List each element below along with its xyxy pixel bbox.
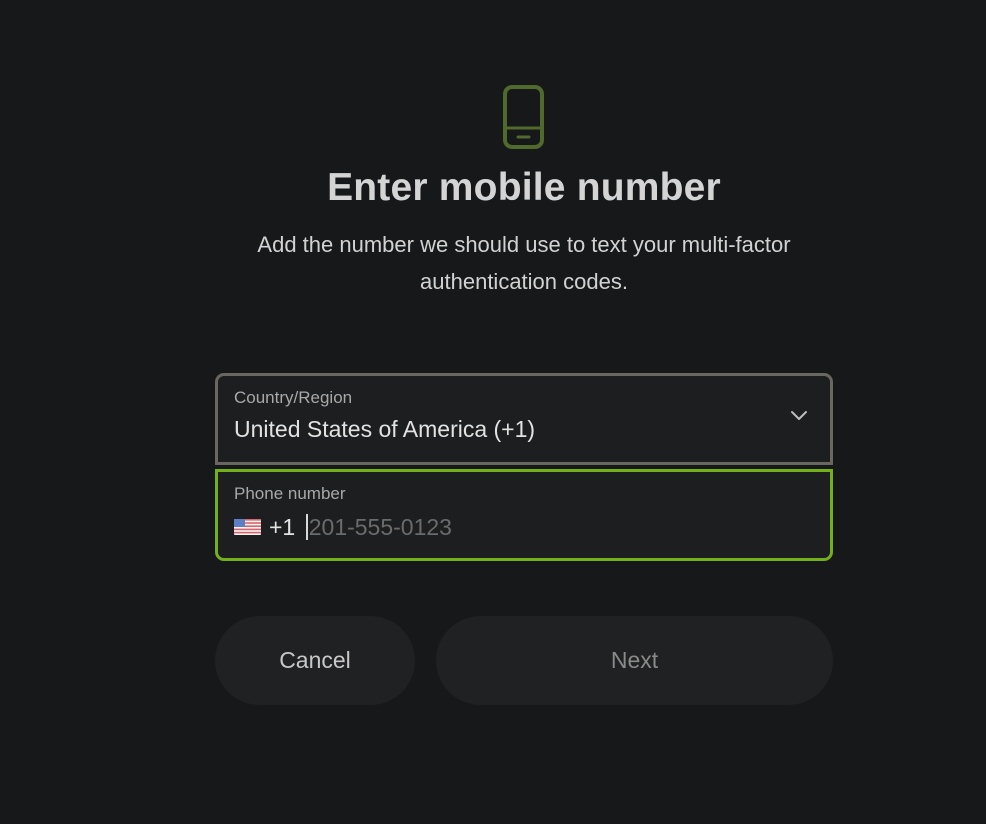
text-cursor bbox=[306, 514, 308, 540]
next-button[interactable]: Next bbox=[436, 616, 833, 705]
country-region-value: United States of America (+1) bbox=[234, 416, 536, 442]
phone-number-input[interactable] bbox=[308, 513, 609, 541]
phone-number-field[interactable]: Phone number +1 bbox=[215, 469, 833, 561]
dial-code: +1 bbox=[269, 513, 296, 540]
page-title: Enter mobile number bbox=[327, 166, 721, 209]
phone-input-row: +1 bbox=[234, 512, 609, 542]
cancel-button[interactable]: Cancel bbox=[215, 616, 415, 705]
mobile-phone-icon bbox=[503, 85, 544, 149]
country-region-select[interactable]: Country/Region United States of America … bbox=[215, 373, 833, 465]
mfa-phone-page: Enter mobile number Add the number we sh… bbox=[0, 0, 986, 824]
chevron-down-icon[interactable] bbox=[790, 410, 808, 422]
page-subtitle: Add the number we should use to text you… bbox=[257, 232, 791, 294]
country-region-label: Country/Region bbox=[234, 388, 353, 407]
us-flag-icon bbox=[234, 519, 261, 535]
phone-number-label: Phone number bbox=[234, 484, 346, 503]
